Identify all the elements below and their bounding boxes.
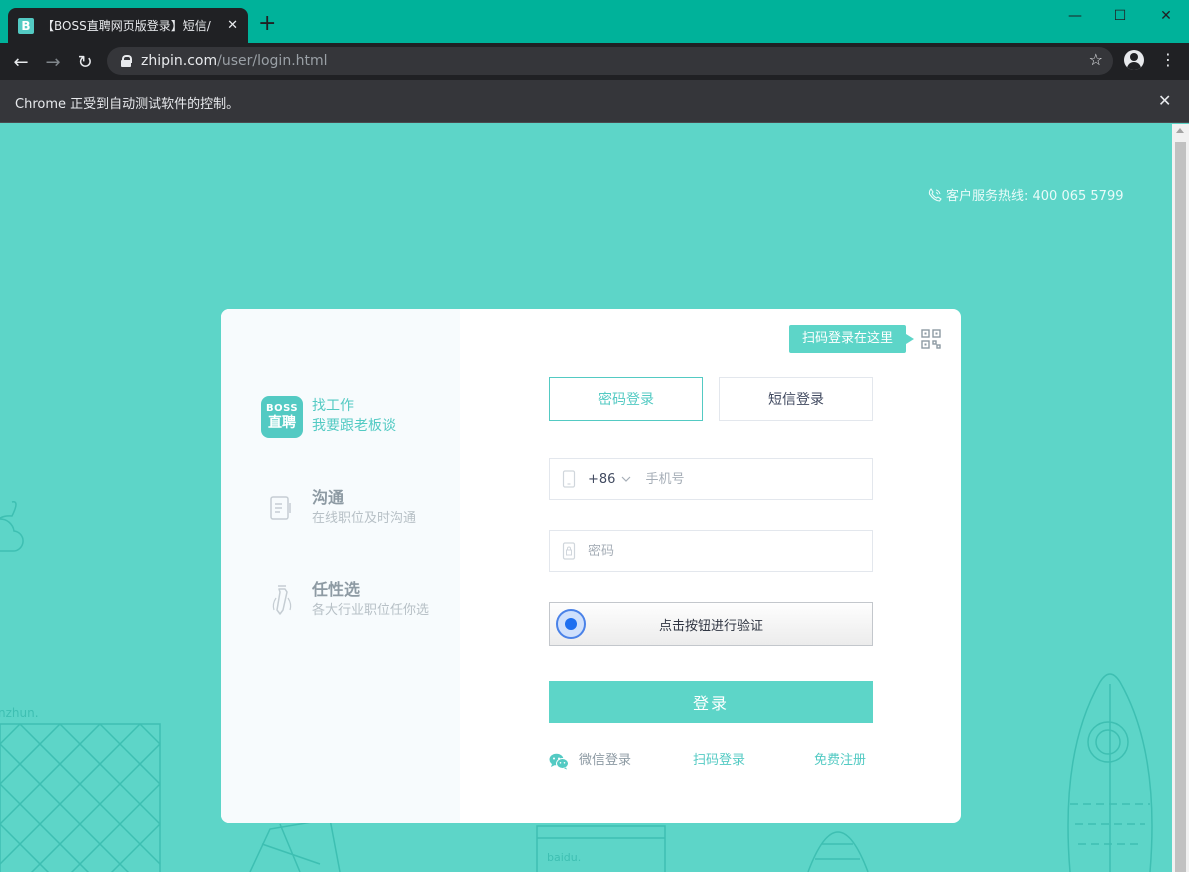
- url-path: /user/login.html: [217, 53, 328, 69]
- customer-hotline: 客户服务热线: 400 065 5799: [928, 185, 1124, 204]
- scroll-thumb[interactable]: [1175, 142, 1186, 872]
- bg-text-bottom: baidu.: [547, 851, 581, 864]
- feature-find-job: BOSS 直聘 找工作 我要跟老板谈: [261, 396, 396, 438]
- bg-text-left: nzhun.: [0, 706, 39, 720]
- feature-title: 沟通: [312, 488, 345, 507]
- password-input[interactable]: [588, 543, 788, 559]
- alt-login-links: 微信登录 扫码登录 免费注册: [549, 751, 873, 771]
- qr-code-icon[interactable]: [921, 329, 941, 349]
- maximize-button[interactable]: ☐: [1105, 5, 1135, 27]
- country-code-select[interactable]: +86: [588, 472, 615, 487]
- scan-login-link[interactable]: 扫码登录: [693, 751, 745, 771]
- new-tab-button[interactable]: +: [258, 13, 276, 35]
- phone-icon: [928, 187, 942, 202]
- tab-close-icon[interactable]: ✕: [227, 18, 238, 33]
- login-submit-button[interactable]: 登录: [549, 681, 873, 723]
- reload-button[interactable]: ↻: [72, 49, 98, 75]
- chat-document-icon: [261, 487, 303, 529]
- infobar-text: Chrome 正受到自动测试软件的控制。: [15, 97, 240, 112]
- tab-favicon-icon: B: [18, 17, 34, 34]
- feature-subtitle: 在线职位及时沟通: [312, 511, 417, 526]
- tab-sms-login[interactable]: 短信登录: [719, 377, 873, 421]
- verify-button-label: 点击按钮进行验证: [658, 618, 763, 634]
- scroll-up-arrow-icon[interactable]: [1176, 128, 1184, 133]
- captcha-dot: [565, 618, 577, 630]
- profile-avatar-icon[interactable]: [1124, 50, 1144, 70]
- mobile-phone-icon: [562, 470, 576, 488]
- feature-communicate: 沟通 在线职位及时沟通: [261, 487, 416, 529]
- wechat-login-link[interactable]: 微信登录: [549, 751, 631, 771]
- tie-icon: [261, 579, 303, 621]
- feature-title: 找工作: [312, 398, 354, 414]
- password-input-group: [549, 530, 873, 572]
- browser-toolbar: ← → ↻ zhipin.com/user/login.html ☆: [0, 43, 1189, 80]
- automation-infobar: Chrome 正受到自动测试软件的控制。 ✕: [0, 80, 1189, 123]
- browser-menu-icon[interactable]: ⋮: [1160, 51, 1176, 69]
- browser-titlebar: B 【BOSS直聘网页版登录】短信/ ✕ + — ☐ ✕: [0, 0, 1189, 43]
- lock-icon: [121, 55, 132, 67]
- wechat-login-label: 微信登录: [579, 753, 632, 768]
- browser-tab[interactable]: B 【BOSS直聘网页版登录】短信/ ✕: [8, 8, 248, 43]
- hotline-text: 客户服务热线: 400 065 5799: [946, 189, 1124, 204]
- address-bar[interactable]: zhipin.com/user/login.html ☆: [107, 47, 1113, 75]
- tab-password-login[interactable]: 密码登录: [549, 377, 703, 421]
- register-link[interactable]: 免费注册: [814, 751, 866, 771]
- feature-title: 任性选: [312, 580, 361, 599]
- feature-subtitle: 各大行业职位任你选: [312, 603, 430, 618]
- infobar-close-icon[interactable]: ✕: [1158, 91, 1171, 110]
- feature-subtitle: 我要跟老板谈: [312, 418, 396, 434]
- window-close-button[interactable]: ✕: [1151, 5, 1181, 27]
- bookmark-star-icon[interactable]: ☆: [1089, 50, 1103, 69]
- back-button[interactable]: ←: [8, 49, 34, 75]
- logo-text-boss: BOSS: [265, 403, 299, 414]
- captcha-verify-button[interactable]: 点击按钮进行验证: [549, 602, 873, 646]
- forward-button[interactable]: →: [40, 49, 66, 75]
- page-scrollbar[interactable]: [1172, 124, 1189, 872]
- captcha-radar-icon: [556, 609, 586, 639]
- logo-text-zhipin: 直聘: [268, 415, 296, 431]
- url-host: zhipin.com: [141, 53, 218, 69]
- boss-logo-icon: BOSS 直聘: [261, 396, 303, 438]
- password-lock-icon: [562, 542, 576, 560]
- feature-panel: BOSS 直聘 找工作 我要跟老板谈 沟通 在线职位及时沟通 任性选 各大行业职…: [221, 309, 460, 823]
- minimize-button[interactable]: —: [1060, 5, 1090, 27]
- page-content: nzhun. baidu. 客户服务热线: 400 065 5799 BOSS …: [0, 124, 1172, 872]
- chevron-down-icon[interactable]: [621, 476, 631, 482]
- feature-choose: 任性选 各大行业职位任你选: [261, 579, 429, 621]
- tab-title: 【BOSS直聘网页版登录】短信/: [42, 19, 211, 33]
- phone-input[interactable]: [645, 471, 846, 487]
- wechat-icon: [549, 753, 569, 769]
- phone-input-group: +86: [549, 458, 873, 500]
- qr-login-tip: 扫码登录在这里: [789, 325, 915, 353]
- login-card: BOSS 直聘 找工作 我要跟老板谈 沟通 在线职位及时沟通 任性选 各大行业职…: [221, 309, 961, 823]
